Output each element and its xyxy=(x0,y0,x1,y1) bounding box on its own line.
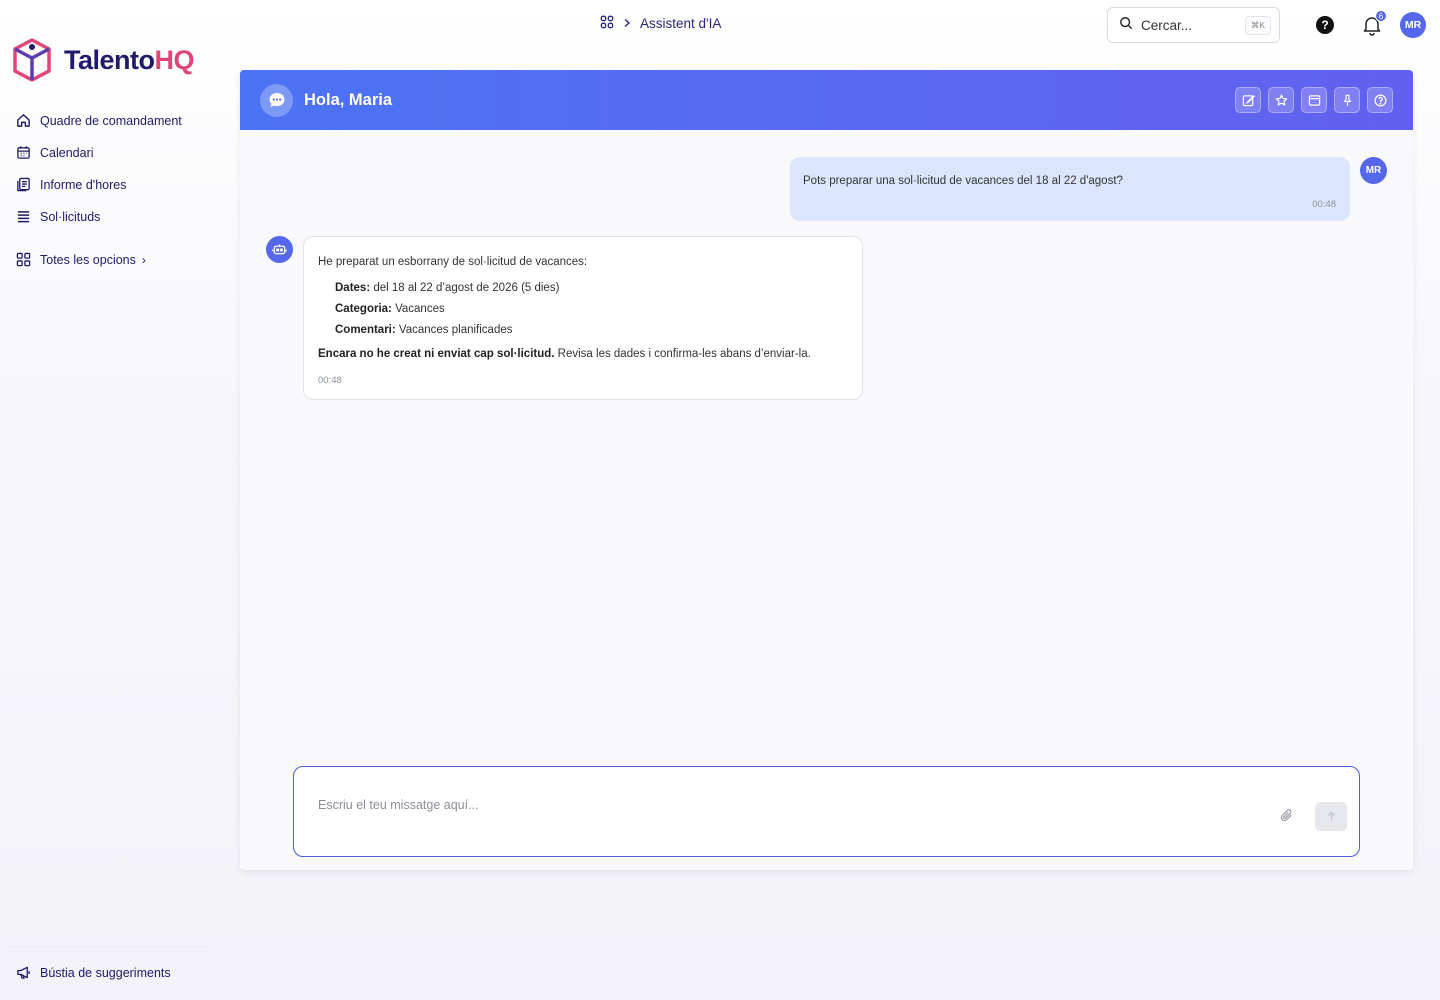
sidebar-item-hours-report[interactable]: Informe d'hores xyxy=(16,174,216,195)
breadcrumb-current: Assistent d'IA xyxy=(640,16,722,31)
chevron-right-icon: › xyxy=(141,252,146,267)
assistant-message-intro: He preparat un esborrany de sol·licitud … xyxy=(318,256,588,268)
star-icon xyxy=(1275,94,1287,106)
new-chat-button[interactable] xyxy=(1235,87,1261,113)
sidebar-item-label: Informe d'hores xyxy=(40,177,127,192)
chat-panel: Hola, Maria Pots preparar una sol·licitu… xyxy=(240,70,1413,870)
chat-greeting: Hola, Maria xyxy=(304,90,393,109)
sidebar-item-calendar[interactable]: Calendari xyxy=(16,142,216,163)
pin-button[interactable] xyxy=(1334,87,1360,113)
list-icon xyxy=(16,209,31,224)
sidebar-item-label: Calendari xyxy=(40,145,94,160)
chat-header-actions xyxy=(1235,87,1393,113)
arrow-up-icon xyxy=(1327,811,1335,821)
bot-icon xyxy=(266,236,293,263)
window-icon xyxy=(1308,94,1320,106)
sidebar-item-dashboard[interactable]: Quadre de comandament xyxy=(16,110,216,131)
request-details: Dates: del 18 al 22 d’agost de 2026 (5 d… xyxy=(335,281,848,337)
edit-icon xyxy=(1242,94,1255,106)
brand-logo[interactable]: TalentoHQ xyxy=(12,38,194,82)
sidebar-item-label: Totes les opcions xyxy=(40,252,136,267)
sidebar-item-all-options[interactable]: Totes les opcions › xyxy=(16,249,216,270)
avatar: MR xyxy=(1360,157,1387,184)
search-box[interactable]: Cercar... ⌘K xyxy=(1107,7,1280,43)
sidebar-item-label: Quadre de comandament xyxy=(40,113,182,128)
search-input[interactable]: Cercar... xyxy=(1141,18,1237,33)
help-button[interactable] xyxy=(1367,87,1393,113)
assistant-message: He preparat un esborrany de sol·licitud … xyxy=(303,236,863,400)
avatar[interactable]: MR xyxy=(1400,12,1426,38)
message-composer[interactable]: Escriu el teu missatge aquí... xyxy=(293,766,1360,857)
paperclip-icon[interactable] xyxy=(1279,808,1294,828)
home-icon xyxy=(16,113,31,128)
user-message-text: Pots preparar una sol·licitud de vacance… xyxy=(803,175,1123,187)
sidebar-item-requests[interactable]: Sol·licituds xyxy=(16,206,216,227)
breadcrumb: Assistent d'IA xyxy=(600,15,721,32)
sidebar-item-label: Bústia de suggeriments xyxy=(40,965,171,980)
history-button[interactable] xyxy=(1301,87,1327,113)
grid-icon xyxy=(16,252,31,267)
brand-name: TalentoHQ xyxy=(64,44,194,75)
apps-grid-icon[interactable] xyxy=(600,15,614,32)
list-item: Comentari: Vacances planificades xyxy=(335,324,513,336)
assistant-warning: Encara no he creat ni enviat cap sol·lic… xyxy=(318,348,811,360)
favorites-button[interactable] xyxy=(1268,87,1294,113)
chevron-right-icon xyxy=(622,16,632,31)
calendar-icon xyxy=(16,145,31,160)
notification-badge: 6 xyxy=(1375,10,1387,22)
message-time: 00:48 xyxy=(318,375,342,386)
help-icon[interactable]: ? xyxy=(1316,16,1334,34)
user-message: Pots preparar una sol·licitud de vacance… xyxy=(790,157,1350,221)
list-item: Categoria: Vacances xyxy=(335,303,445,315)
sidebar-nav: Quadre de comandament Calendari Informe … xyxy=(16,110,216,281)
megaphone-icon xyxy=(16,965,31,980)
search-shortcut: ⌘K xyxy=(1244,15,1271,35)
sidebar-divider xyxy=(8,946,208,947)
sidebar-item-feedback[interactable]: Bústia de suggeriments xyxy=(16,962,171,983)
chat-header: Hola, Maria xyxy=(240,70,1413,130)
sidebar-item-label: Sol·licituds xyxy=(40,209,101,224)
chat-bubble-icon xyxy=(260,83,293,117)
list-item: Dates: del 18 al 22 d’agost de 2026 (5 d… xyxy=(335,282,560,294)
question-circle-icon xyxy=(1374,94,1386,106)
message-input[interactable]: Escriu el teu missatge aquí... xyxy=(318,798,479,812)
pin-icon xyxy=(1343,94,1351,106)
message-time: 00:48 xyxy=(1312,199,1336,210)
send-button[interactable] xyxy=(1315,802,1347,831)
search-icon xyxy=(1119,16,1133,35)
sidebar: TalentoHQ Quadre de comandament Calendar… xyxy=(0,0,220,1000)
cube-logo-icon xyxy=(13,38,51,82)
report-icon xyxy=(16,177,31,192)
